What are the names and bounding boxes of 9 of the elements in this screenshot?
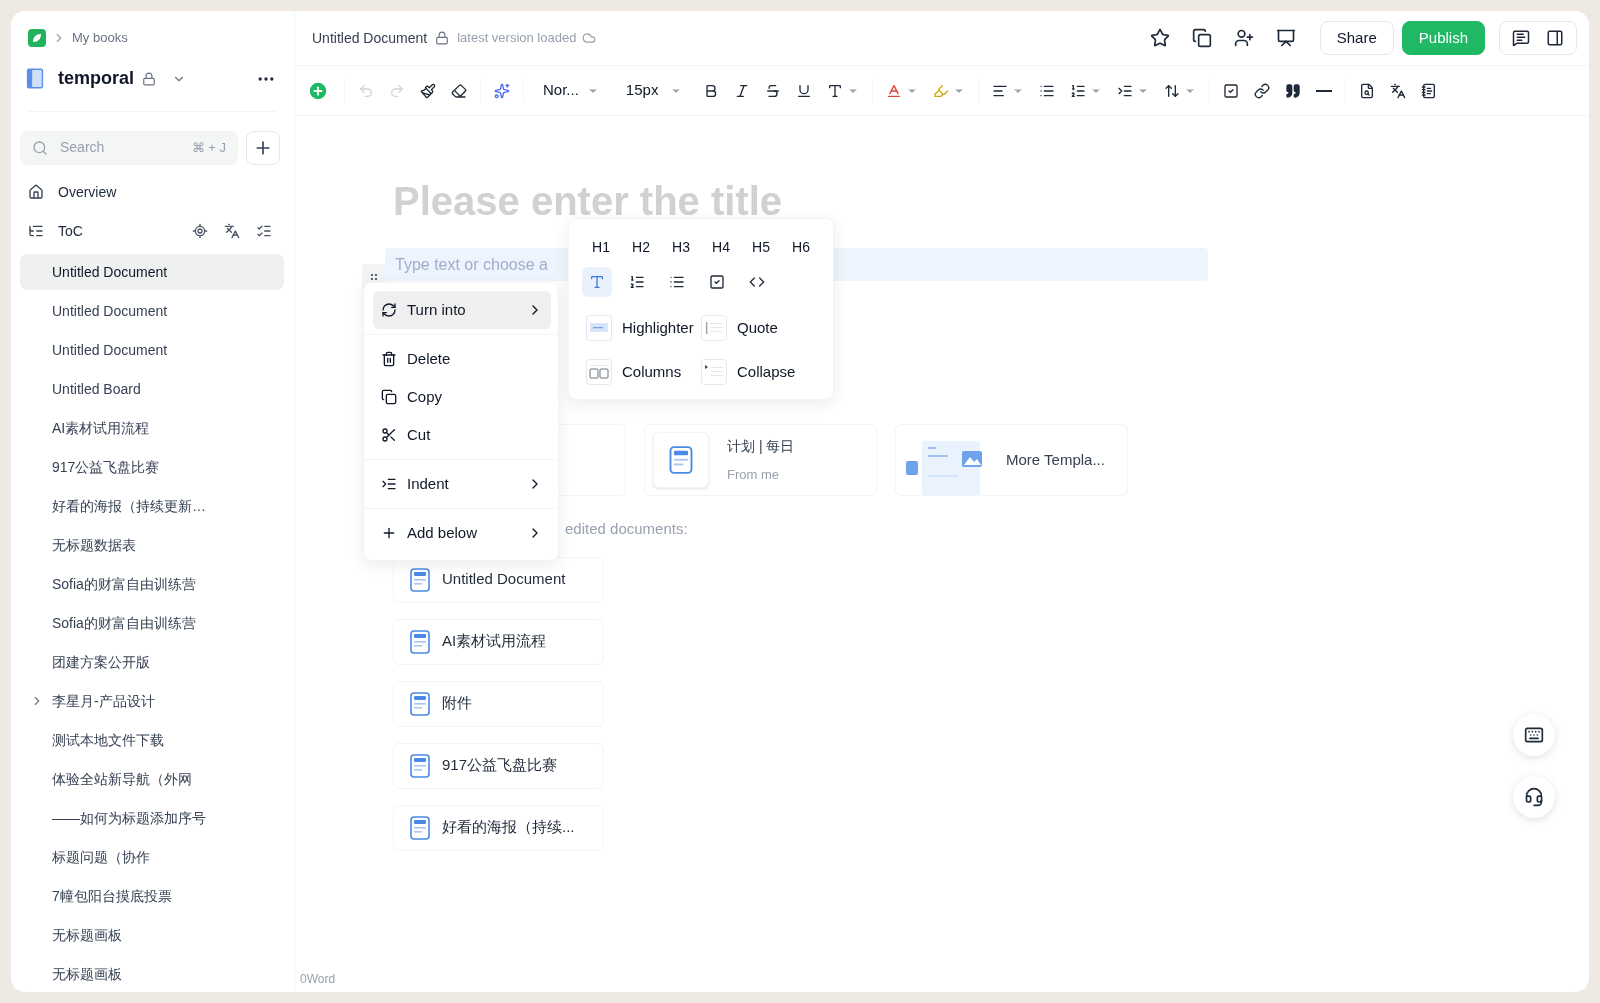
template-source: From me: [727, 465, 780, 484]
shortcut-hint: ⌘ + J: [191, 138, 226, 157]
recent-label: edited documents:: [565, 519, 688, 539]
word-count: 0Word: [300, 971, 336, 988]
document-title: Untitled Document: [312, 28, 428, 48]
template-title: 计划 | 每日: [727, 436, 795, 456]
book-title: temporal: [58, 67, 135, 91]
toc-label: ToC: [58, 221, 83, 241]
sync-status: latest version loaded: [457, 29, 577, 48]
